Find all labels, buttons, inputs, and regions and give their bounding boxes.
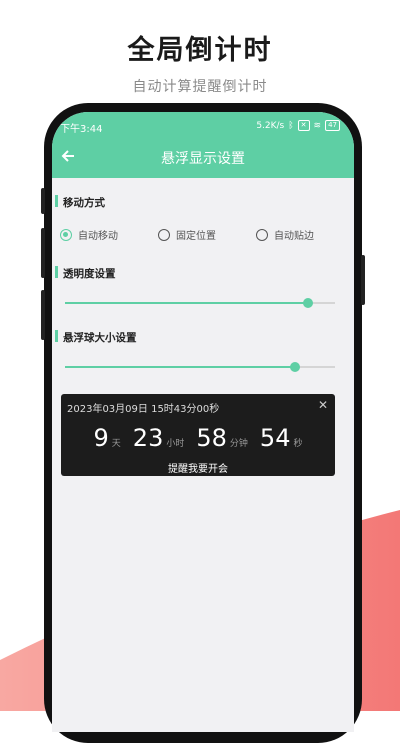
battery-icon: 47 [325, 120, 340, 131]
radio-unselected-icon [256, 228, 268, 241]
slider-fill [65, 302, 308, 304]
radio-label: 自动移动 [78, 231, 118, 242]
phone-screen: 下午3:44 5.2K/s ᛒ ✕ ≋ 47 悬浮显示设置 移动方式 自动移动 … [52, 112, 354, 732]
days-unit: 天 [111, 439, 121, 449]
move-mode-label: 移动方式 [63, 197, 105, 209]
phone-power-button [361, 255, 365, 305]
opacity-label: 透明度设置 [63, 268, 116, 280]
hours-unit: 小时 [166, 439, 185, 449]
close-icon[interactable]: ✕ [318, 398, 328, 412]
wifi-icon: ≋ [313, 120, 322, 131]
ball-size-slider[interactable] [65, 362, 335, 372]
radio-label: 固定位置 [176, 231, 216, 242]
section-marker [55, 330, 58, 342]
section-marker [55, 266, 58, 278]
countdown-values: 9 天 23 小时 58 分钟 54 秒 [61, 424, 335, 452]
status-time: 下午3:44 [60, 124, 103, 135]
phone-side-button-2 [41, 290, 45, 340]
status-icons: 5.2K/s ᛒ ✕ ≋ 47 [256, 120, 340, 131]
sim-icon: ✕ [297, 120, 310, 131]
target-datetime: 2023年03月09日 15时43分00秒 [67, 404, 220, 415]
minutes-value: 58 [196, 424, 227, 452]
slider-fill [65, 366, 295, 368]
minutes-unit: 分钟 [229, 439, 248, 449]
app-header: 下午3:44 5.2K/s ᛒ ✕ ≋ 47 悬浮显示设置 [52, 112, 354, 178]
radio-selected-icon [60, 228, 72, 241]
network-speed: 5.2K/s [256, 120, 285, 131]
opacity-slider[interactable] [65, 298, 335, 308]
radio-auto-move[interactable]: 自动移动 [60, 227, 158, 242]
hours-value: 23 [132, 424, 164, 452]
move-mode-options: 自动移动 固定位置 自动贴边 [60, 227, 314, 242]
countdown-card: 2023年03月09日 15时43分00秒 ✕ 9 天 23 小时 58 分钟 … [61, 394, 335, 476]
slider-handle[interactable] [289, 362, 300, 372]
radio-label: 自动贴边 [274, 231, 314, 242]
radio-unselected-icon [158, 228, 170, 241]
section-marker [55, 195, 58, 207]
phone-side-button [41, 228, 45, 278]
reminder-message: 提醒我要开会 [168, 464, 228, 475]
phone-volume-button [41, 188, 45, 214]
days-value: 9 [93, 424, 109, 452]
seconds-unit: 秒 [293, 439, 303, 449]
bluetooth-icon: ᛒ [288, 120, 294, 131]
ball-size-label: 悬浮球大小设置 [63, 332, 137, 344]
page-title: 悬浮显示设置 [161, 151, 245, 167]
radio-fixed-position[interactable]: 固定位置 [158, 227, 256, 242]
slider-handle[interactable] [303, 298, 313, 308]
seconds-value: 54 [259, 424, 291, 452]
radio-auto-snap[interactable]: 自动贴边 [256, 227, 314, 242]
